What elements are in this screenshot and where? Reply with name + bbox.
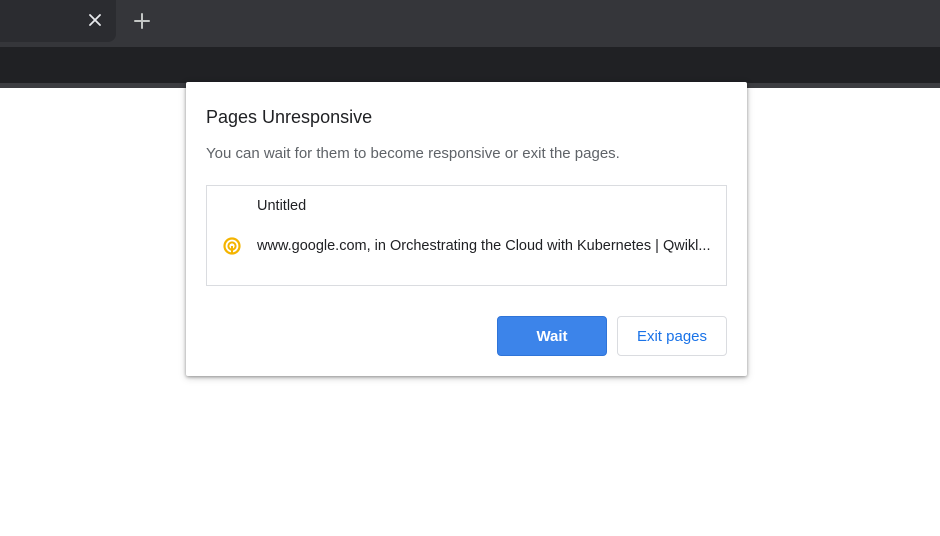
close-icon[interactable] xyxy=(84,9,106,31)
wait-button[interactable]: Wait xyxy=(497,316,607,356)
toolbar xyxy=(0,47,940,83)
unresponsive-page-list: Untitled www.google.com, in Orchestratin… xyxy=(206,185,727,286)
dialog-title: Pages Unresponsive xyxy=(206,107,373,127)
qwiklabs-icon xyxy=(223,237,241,255)
page-title: Untitled xyxy=(257,198,307,214)
unresponsive-dialog: Pages Unresponsive You can wait for them… xyxy=(186,82,747,376)
active-tab[interactable] xyxy=(0,0,116,42)
tab-strip xyxy=(0,0,940,47)
dialog-message: You can wait for them to become responsi… xyxy=(206,145,620,162)
list-item: Untitled xyxy=(207,191,726,221)
exit-pages-button[interactable]: Exit pages xyxy=(617,316,727,356)
plus-icon[interactable] xyxy=(130,9,154,33)
list-item: www.google.com, in Orchestrating the Clo… xyxy=(207,231,726,261)
page-title: www.google.com, in Orchestrating the Clo… xyxy=(257,238,711,254)
